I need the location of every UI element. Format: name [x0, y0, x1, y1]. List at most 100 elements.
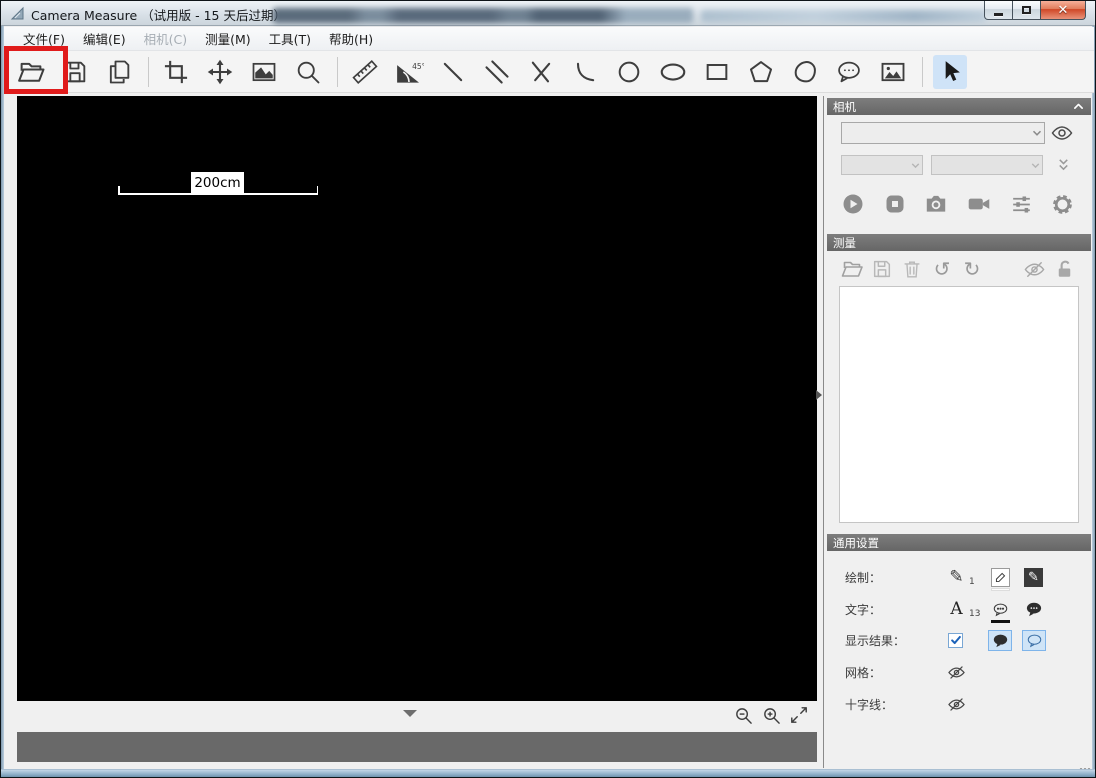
camera-device-select[interactable] — [841, 122, 1045, 144]
measure-panel-header[interactable]: 测量 — [827, 234, 1091, 251]
camera-format-select[interactable] — [931, 155, 1043, 175]
expand-panel-handle[interactable] — [816, 387, 824, 403]
menu-file[interactable]: 文件(F) — [14, 26, 74, 51]
pen-width-button[interactable]: ✎ — [947, 568, 966, 587]
settings-panel-header[interactable]: 通用设置 — [827, 534, 1091, 551]
measurement-line — [118, 193, 318, 195]
select-cursor-button[interactable] — [933, 55, 967, 89]
crosshair-visibility-button[interactable] — [947, 695, 966, 714]
magnifier-button[interactable] — [291, 55, 325, 89]
ruler-tool-button[interactable] — [348, 55, 382, 89]
comment-icon — [835, 58, 863, 86]
menu-tools[interactable]: 工具(T) — [260, 26, 320, 51]
measure-lock-button[interactable] — [1051, 256, 1077, 282]
measure-undo-button[interactable]: ↺ — [929, 256, 955, 282]
move-button[interactable] — [203, 55, 237, 89]
speech-bubble-outline-icon — [1026, 633, 1043, 648]
record-video-button[interactable] — [966, 191, 992, 217]
grid-visibility-button[interactable] — [947, 663, 966, 682]
measurement-tick-left — [118, 186, 120, 194]
sliders-icon — [1009, 192, 1034, 217]
chevron-right-icon — [816, 390, 822, 400]
eye-off-icon — [1023, 258, 1046, 281]
camera-preview-button[interactable] — [1049, 120, 1075, 146]
more-options-button[interactable] — [1053, 154, 1073, 174]
menu-measure[interactable]: 测量(M) — [196, 26, 260, 51]
line-tool-button[interactable] — [436, 55, 470, 89]
menu-edit[interactable]: 编辑(E) — [74, 26, 135, 51]
protractor-tool-button[interactable]: 45° — [392, 55, 426, 89]
font-size-button[interactable]: A — [947, 600, 966, 619]
text-style-button[interactable] — [1024, 600, 1043, 619]
eye-off-icon — [947, 663, 966, 682]
canvas-status-strip — [17, 701, 817, 732]
comment-tool-button[interactable] — [832, 55, 866, 89]
freeform-tool-button[interactable] — [788, 55, 822, 89]
measure-delete-button[interactable] — [899, 256, 925, 282]
image-canvas[interactable]: 200cm — [17, 96, 817, 701]
save-button[interactable] — [58, 55, 92, 89]
pencil-icon: ✎ — [949, 569, 963, 586]
pentagon-icon — [747, 58, 775, 86]
angle-lines-icon — [527, 58, 555, 86]
measure-visibility-button[interactable] — [1021, 256, 1047, 282]
angle-lines-tool-button[interactable] — [524, 55, 558, 89]
chevron-down-icon — [1030, 126, 1044, 140]
save-icon — [871, 258, 893, 280]
protractor-degree-text: 45° — [412, 61, 424, 70]
collapse-panel-handle[interactable] — [403, 710, 417, 717]
draw-settings-row: 绘制： ✎ 1 ✎ — [827, 564, 1091, 590]
ellipse-tool-button[interactable] — [656, 55, 690, 89]
camera-panel-header[interactable]: 相机 — [827, 98, 1091, 115]
result-bubble-outline-button[interactable] — [1022, 630, 1046, 651]
camera-stop-button[interactable] — [882, 191, 908, 217]
minimize-button[interactable] — [984, 1, 1013, 20]
measure-open-button[interactable] — [839, 256, 865, 282]
close-button[interactable]: ✕ — [1040, 1, 1086, 20]
text-color-button[interactable] — [991, 600, 1010, 619]
rectangle-tool-button[interactable] — [700, 55, 734, 89]
menu-help[interactable]: 帮助(H) — [320, 26, 382, 51]
circle-icon — [615, 58, 643, 86]
crop-button[interactable] — [159, 55, 193, 89]
snapshot-button[interactable] — [923, 191, 949, 217]
parallel-lines-icon — [483, 58, 511, 86]
camera-settings-button[interactable] — [1049, 191, 1075, 217]
open-file-button[interactable] — [14, 55, 48, 89]
measure-save-button[interactable] — [869, 256, 895, 282]
camera-resolution-select[interactable] — [841, 155, 923, 175]
result-bubble-filled-button[interactable] — [988, 630, 1012, 651]
window-frame-left — [1, 26, 4, 771]
fit-expand-button[interactable] — [789, 705, 809, 725]
eye-icon — [1050, 121, 1074, 145]
camera-adjust-button[interactable] — [1008, 191, 1034, 217]
maximize-button[interactable] — [1012, 1, 1041, 20]
settings-panel-title: 通用设置 — [833, 535, 879, 551]
histogram-button[interactable] — [247, 55, 281, 89]
camera-panel-title: 相机 — [833, 99, 856, 115]
pentagon-tool-button[interactable] — [744, 55, 778, 89]
trash-icon — [901, 258, 923, 280]
show-result-checkbox[interactable] — [948, 633, 963, 648]
pen-style-button[interactable]: ✎ — [1024, 568, 1043, 587]
parallel-lines-tool-button[interactable] — [480, 55, 514, 89]
check-icon — [950, 634, 962, 646]
measure-redo-button[interactable]: ↻ — [959, 256, 985, 282]
measurement-label: 200cm — [191, 172, 244, 193]
zoom-in-button[interactable] — [761, 705, 781, 725]
pen-color-button[interactable] — [991, 568, 1010, 587]
window-controls: ✕ — [985, 1, 1086, 20]
measurement-list[interactable] — [839, 286, 1079, 523]
circle-tool-button[interactable] — [612, 55, 646, 89]
crosshair-row: 十字线： — [827, 691, 1091, 717]
right-panel: 相机 — [827, 96, 1091, 768]
image-tool-button[interactable] — [876, 55, 910, 89]
cursor-icon — [937, 59, 963, 85]
open-folder-icon — [16, 57, 46, 87]
arc-tool-button[interactable] — [568, 55, 602, 89]
fit-expand-icon — [790, 706, 808, 724]
camera-play-button[interactable] — [840, 191, 866, 217]
chevron-up-icon[interactable] — [1072, 100, 1085, 113]
copy-button[interactable] — [102, 55, 136, 89]
zoom-out-button[interactable] — [733, 705, 753, 725]
